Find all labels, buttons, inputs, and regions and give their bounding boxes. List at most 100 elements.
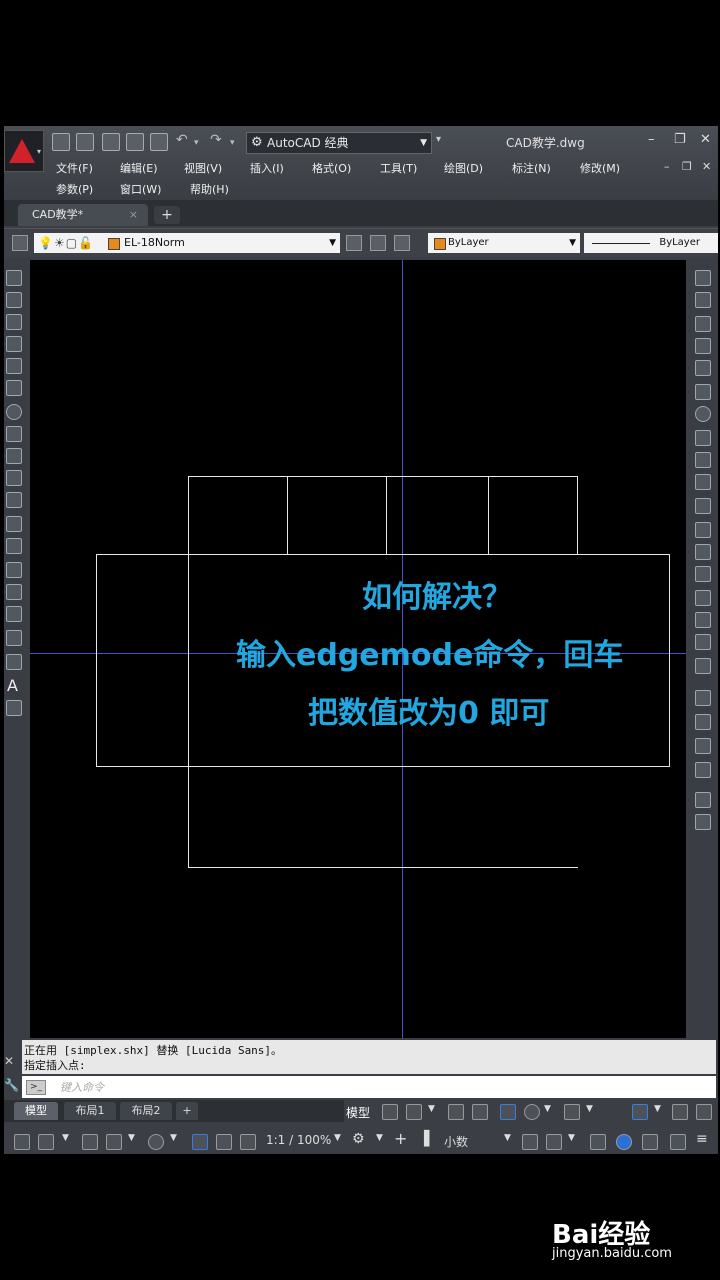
join-icon[interactable]	[695, 566, 711, 582]
menu-draw[interactable]: 绘图(D)	[444, 160, 483, 176]
edit-spline-icon[interactable]	[695, 814, 711, 830]
drawing-canvas[interactable]: 如何解决？ 输入edgemode命令，回车 把数值改为0 即可	[30, 260, 686, 1038]
print-icon[interactable]	[150, 133, 168, 151]
chevron-down-icon[interactable]: ▼	[586, 1104, 593, 1114]
move-icon[interactable]	[695, 384, 711, 400]
undo-icon[interactable]: ↶	[176, 132, 188, 148]
chevron-down-icon[interactable]: ▼	[654, 1104, 661, 1114]
make-block-icon[interactable]	[6, 538, 22, 554]
stretch-icon[interactable]	[695, 452, 711, 468]
trim-icon[interactable]	[695, 474, 711, 490]
color-dropdown[interactable]: ByLayer ▼	[428, 233, 580, 253]
lock-ui-icon[interactable]	[546, 1134, 562, 1150]
customize-wrench-icon[interactable]: 🔧	[4, 1078, 19, 1092]
save-icon[interactable]	[102, 133, 120, 151]
polar-tracking-icon[interactable]	[524, 1104, 540, 1120]
3d-object-snap-icon[interactable]	[38, 1134, 54, 1150]
chevron-down-icon[interactable]: ▼	[544, 1104, 551, 1114]
mirror-icon[interactable]	[695, 316, 711, 332]
bring-to-front-icon[interactable]	[695, 714, 711, 730]
menu-parametric[interactable]: 参数(P)	[56, 181, 93, 197]
layer-state-icon[interactable]	[394, 235, 410, 251]
blend-curves-icon[interactable]	[695, 634, 711, 650]
minimize-icon[interactable]: –	[648, 132, 655, 147]
chevron-down-icon[interactable]: ▼	[376, 1133, 383, 1143]
ellipse-arc-icon[interactable]	[6, 492, 22, 508]
insert-block-icon[interactable]	[6, 516, 22, 532]
fullscreen-icon[interactable]	[670, 1134, 686, 1150]
customize-quick-access-icon[interactable]: ▾	[436, 134, 441, 145]
doc-restore-icon[interactable]: ❐	[682, 160, 692, 173]
restore-icon[interactable]: ❐	[674, 132, 686, 147]
chamfer-icon[interactable]	[695, 590, 711, 606]
annotation-visibility-icon[interactable]	[192, 1134, 208, 1150]
grid-icon[interactable]	[382, 1104, 398, 1120]
quick-properties-icon[interactable]	[522, 1134, 538, 1150]
chevron-down-icon[interactable]: ▼	[568, 1133, 575, 1143]
ortho-icon[interactable]	[500, 1104, 516, 1120]
dynamic-ucs-icon[interactable]	[82, 1134, 98, 1150]
close-command-line-icon[interactable]: ✕	[4, 1054, 14, 1068]
chevron-down-icon[interactable]: ▼	[170, 1133, 177, 1143]
menu-file[interactable]: 文件(F)	[56, 160, 93, 176]
scale-icon[interactable]	[695, 430, 711, 446]
spline-icon[interactable]	[6, 448, 22, 464]
units-value[interactable]: 小数	[444, 1133, 468, 1150]
gradient-icon[interactable]	[6, 606, 22, 622]
menu-format[interactable]: 格式(O)	[312, 160, 351, 176]
plus-icon[interactable]: +	[394, 1129, 407, 1148]
hardware-acceleration-icon[interactable]	[616, 1134, 632, 1150]
doc-close-icon[interactable]: ✕	[702, 160, 711, 173]
tab-layout1[interactable]: 布局1	[64, 1102, 116, 1120]
chevron-down-icon[interactable]: ▼	[128, 1133, 135, 1143]
break-icon[interactable]	[695, 544, 711, 560]
chevron-down-icon[interactable]: ▼	[62, 1133, 69, 1143]
chevron-down-icon[interactable]: ▼	[504, 1133, 511, 1143]
tab-layout2[interactable]: 布局2	[120, 1102, 172, 1120]
selection-cycling-icon[interactable]	[14, 1134, 30, 1150]
add-layout-button[interactable]: +	[176, 1102, 198, 1120]
dynamic-input-icon[interactable]	[472, 1104, 488, 1120]
annotation-scale-icon[interactable]	[240, 1134, 256, 1150]
send-to-back-icon[interactable]	[695, 738, 711, 754]
menu-dimension[interactable]: 标注(N)	[512, 160, 551, 176]
erase-icon[interactable]	[695, 270, 711, 286]
multiline-text-icon[interactable]: A	[7, 676, 18, 695]
layer-dropdown[interactable]: 💡☀▢🔓 EL-18Norm ▼	[34, 233, 340, 253]
ellipse-icon[interactable]	[6, 470, 22, 486]
linetype-dropdown[interactable]: ByLayer	[584, 233, 718, 253]
command-input[interactable]: >_ 键入命令	[22, 1076, 716, 1098]
infer-constraints-icon[interactable]	[448, 1104, 464, 1120]
point-icon[interactable]	[6, 562, 22, 578]
new-file-icon[interactable]	[52, 133, 70, 151]
close-icon[interactable]: ✕	[700, 132, 711, 147]
application-menu-button[interactable]: ▾	[4, 130, 44, 172]
explode-icon[interactable]	[695, 658, 711, 674]
construction-line-icon[interactable]	[6, 292, 22, 308]
region-icon[interactable]	[6, 630, 22, 646]
transparency-icon[interactable]	[696, 1104, 712, 1120]
polyline-icon[interactable]	[6, 314, 22, 330]
command-prompt-icon[interactable]: >_	[26, 1080, 46, 1095]
break-at-point-icon[interactable]	[695, 522, 711, 538]
document-tab[interactable]: CAD教学* ×	[18, 204, 148, 226]
extend-icon[interactable]	[695, 498, 711, 514]
table-icon[interactable]	[6, 654, 22, 670]
line-icon[interactable]	[6, 270, 22, 286]
new-tab-button[interactable]: +	[154, 206, 180, 224]
fillet-icon[interactable]	[695, 612, 711, 628]
array-icon[interactable]	[695, 360, 711, 376]
layer-properties-icon[interactable]	[12, 235, 28, 251]
model-space-toggle[interactable]: 模型	[346, 1104, 370, 1121]
menu-help[interactable]: 帮助(H)	[190, 181, 229, 197]
chevron-down-icon[interactable]: ▾	[230, 138, 235, 148]
menu-view[interactable]: 视图(V)	[184, 160, 222, 176]
isodraft-icon[interactable]	[564, 1104, 580, 1120]
edit-polyline-icon[interactable]	[695, 792, 711, 808]
gizmo-icon[interactable]	[148, 1134, 164, 1150]
menu-edit[interactable]: 编辑(E)	[120, 160, 158, 176]
snap-icon[interactable]	[406, 1104, 422, 1120]
draw-order-icon[interactable]	[695, 690, 711, 706]
workspace-selector[interactable]: ⚙ AutoCAD 经典 ▼	[246, 132, 432, 154]
selection-filter-icon[interactable]	[106, 1134, 122, 1150]
